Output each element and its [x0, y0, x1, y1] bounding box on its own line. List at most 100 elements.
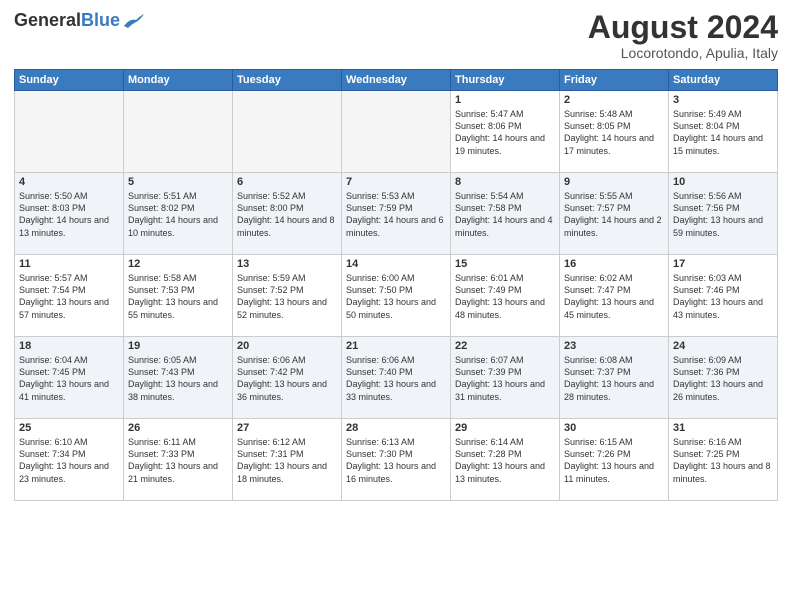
day-number: 15 — [455, 258, 555, 270]
calendar-cell: 27 Sunrise: 6:12 AMSunset: 7:31 PMDayligh… — [233, 419, 342, 501]
day-number: 3 — [673, 94, 773, 106]
calendar-cell: 4Sunrise: 5:50 AMSunset: 8:03 PMDaylight… — [15, 173, 124, 255]
calendar-cell: 19Sunrise: 6:05 AMSunset: 7:43 PMDayligh… — [124, 337, 233, 419]
calendar-week-row: 18Sunrise: 6:04 AMSunset: 7:45 PMDayligh… — [15, 337, 778, 419]
calendar-cell: 10Sunrise: 5:56 AMSunset: 7:56 PMDayligh… — [669, 173, 778, 255]
day-header-wednesday: Wednesday — [342, 70, 451, 91]
day-number: 2 — [564, 94, 664, 106]
day-number: 20 — [237, 340, 337, 352]
logo-bird-icon — [122, 12, 144, 30]
calendar-cell — [342, 91, 451, 173]
calendar-week-row: 11 Sunrise: 5:57 AMSunset: 7:54 PMDayligh… — [15, 255, 778, 337]
day-number: 10 — [673, 176, 773, 188]
cell-info: Sunrise: 6:10 AMSunset: 7:34 PMDaylight:… — [19, 436, 119, 485]
cell-info: Sunrise: 5:51 AMSunset: 8:02 PMDaylight:… — [128, 190, 228, 239]
calendar-cell: 6 Sunrise: 5:52 AMSunset: 8:00 PMDaylight… — [233, 173, 342, 255]
page-header: GeneralBlue August 2024 Locorotondo, Apu… — [14, 10, 778, 61]
calendar-week-row: 1Sunrise: 5:47 AMSunset: 8:06 PMDaylight… — [15, 91, 778, 173]
cell-info: Sunrise: 6:16 AMSunset: 7:25 PMDaylight:… — [673, 436, 773, 485]
day-number: 4 — [19, 176, 119, 188]
calendar-cell: 14Sunrise: 6:00 AMSunset: 7:50 PMDayligh… — [342, 255, 451, 337]
cell-info: Sunrise: 5:52 AMSunset: 8:00 PMDaylight:… — [237, 190, 337, 239]
calendar-cell: 24 Sunrise: 6:09 AMSunset: 7:36 PMDayligh… — [669, 337, 778, 419]
day-header-sunday: Sunday — [15, 70, 124, 91]
cell-info: Sunrise: 6:12 AMSunset: 7:31 PMDaylight:… — [237, 436, 337, 485]
calendar-cell: 13 Sunrise: 5:59 AMSunset: 7:52 PMDayligh… — [233, 255, 342, 337]
day-number: 13 — [237, 258, 337, 270]
day-number: 31 — [673, 422, 773, 434]
calendar-week-row: 25 Sunrise: 6:10 AMSunset: 7:34 PMDayligh… — [15, 419, 778, 501]
cell-info: Sunrise: 5:55 AMSunset: 7:57 PMDaylight:… — [564, 190, 664, 239]
day-number: 26 — [128, 422, 228, 434]
cell-info: Sunrise: 5:57 AMSunset: 7:54 PMDaylight:… — [19, 272, 119, 321]
day-number: 14 — [346, 258, 446, 270]
cell-info: Sunrise: 6:11 AMSunset: 7:33 PMDaylight:… — [128, 436, 228, 485]
day-header-thursday: Thursday — [451, 70, 560, 91]
calendar-cell: 1Sunrise: 5:47 AMSunset: 8:06 PMDaylight… — [451, 91, 560, 173]
cell-info: Sunrise: 5:59 AMSunset: 7:52 PMDaylight:… — [237, 272, 337, 321]
day-number: 27 — [237, 422, 337, 434]
calendar-cell: 5 Sunrise: 5:51 AMSunset: 8:02 PMDaylight… — [124, 173, 233, 255]
day-number: 16 — [564, 258, 664, 270]
calendar-cell: 23Sunrise: 6:08 AMSunset: 7:37 PMDayligh… — [560, 337, 669, 419]
calendar-cell: 17Sunrise: 6:03 AMSunset: 7:46 PMDayligh… — [669, 255, 778, 337]
day-number: 7 — [346, 176, 446, 188]
calendar-cell — [233, 91, 342, 173]
cell-info: Sunrise: 6:04 AMSunset: 7:45 PMDaylight:… — [19, 354, 119, 403]
calendar-cell: 20Sunrise: 6:06 AMSunset: 7:42 PMDayligh… — [233, 337, 342, 419]
day-number: 21 — [346, 340, 446, 352]
day-number: 6 — [237, 176, 337, 188]
calendar-cell: 26 Sunrise: 6:11 AMSunset: 7:33 PMDayligh… — [124, 419, 233, 501]
calendar-cell: 16 Sunrise: 6:02 AMSunset: 7:47 PMDayligh… — [560, 255, 669, 337]
title-block: August 2024 Locorotondo, Apulia, Italy — [588, 10, 778, 61]
cell-info: Sunrise: 6:09 AMSunset: 7:36 PMDaylight:… — [673, 354, 773, 403]
calendar-cell: 9 Sunrise: 5:55 AMSunset: 7:57 PMDaylight… — [560, 173, 669, 255]
cell-info: Sunrise: 6:14 AMSunset: 7:28 PMDaylight:… — [455, 436, 555, 485]
cell-info: Sunrise: 6:06 AMSunset: 7:40 PMDaylight:… — [346, 354, 446, 403]
day-number: 19 — [128, 340, 228, 352]
calendar-cell — [15, 91, 124, 173]
day-header-monday: Monday — [124, 70, 233, 91]
calendar-cell: 22 Sunrise: 6:07 AMSunset: 7:39 PMDayligh… — [451, 337, 560, 419]
cell-info: Sunrise: 6:03 AMSunset: 7:46 PMDaylight:… — [673, 272, 773, 321]
cell-info: Sunrise: 6:01 AMSunset: 7:49 PMDaylight:… — [455, 272, 555, 321]
logo-text: GeneralBlue — [14, 10, 120, 31]
day-number: 29 — [455, 422, 555, 434]
calendar-cell: 31 Sunrise: 6:16 AMSunset: 7:25 PMDayligh… — [669, 419, 778, 501]
calendar-week-row: 4Sunrise: 5:50 AMSunset: 8:03 PMDaylight… — [15, 173, 778, 255]
main-container: GeneralBlue August 2024 Locorotondo, Apu… — [0, 0, 792, 509]
cell-info: Sunrise: 6:15 AMSunset: 7:26 PMDaylight:… — [564, 436, 664, 485]
day-number: 11 — [19, 258, 119, 270]
cell-info: Sunrise: 5:48 AMSunset: 8:05 PMDaylight:… — [564, 108, 664, 157]
calendar-cell: 8Sunrise: 5:54 AMSunset: 7:58 PMDaylight… — [451, 173, 560, 255]
cell-info: Sunrise: 6:13 AMSunset: 7:30 PMDaylight:… — [346, 436, 446, 485]
calendar-cell: 29 Sunrise: 6:14 AMSunset: 7:28 PMDayligh… — [451, 419, 560, 501]
day-number: 9 — [564, 176, 664, 188]
calendar-cell: 15 Sunrise: 6:01 AMSunset: 7:49 PMDayligh… — [451, 255, 560, 337]
calendar-cell — [124, 91, 233, 173]
day-number: 5 — [128, 176, 228, 188]
calendar-cell: 25 Sunrise: 6:10 AMSunset: 7:34 PMDayligh… — [15, 419, 124, 501]
cell-info: Sunrise: 5:54 AMSunset: 7:58 PMDaylight:… — [455, 190, 555, 239]
cell-info: Sunrise: 5:49 AMSunset: 8:04 PMDaylight:… — [673, 108, 773, 157]
day-number: 23 — [564, 340, 664, 352]
calendar-header-row: SundayMondayTuesdayWednesdayThursdayFrid… — [15, 70, 778, 91]
day-number: 12 — [128, 258, 228, 270]
page-title: August 2024 — [588, 10, 778, 45]
day-number: 24 — [673, 340, 773, 352]
day-header-tuesday: Tuesday — [233, 70, 342, 91]
day-header-friday: Friday — [560, 70, 669, 91]
cell-info: Sunrise: 5:58 AMSunset: 7:53 PMDaylight:… — [128, 272, 228, 321]
calendar-cell: 30 Sunrise: 6:15 AMSunset: 7:26 PMDayligh… — [560, 419, 669, 501]
location-subtitle: Locorotondo, Apulia, Italy — [588, 45, 778, 61]
logo: GeneralBlue — [14, 10, 144, 31]
day-number: 30 — [564, 422, 664, 434]
day-number: 22 — [455, 340, 555, 352]
calendar-cell: 18Sunrise: 6:04 AMSunset: 7:45 PMDayligh… — [15, 337, 124, 419]
day-number: 25 — [19, 422, 119, 434]
calendar-table: SundayMondayTuesdayWednesdayThursdayFrid… — [14, 69, 778, 501]
cell-info: Sunrise: 6:07 AMSunset: 7:39 PMDaylight:… — [455, 354, 555, 403]
calendar-cell: 3 Sunrise: 5:49 AMSunset: 8:04 PMDaylight… — [669, 91, 778, 173]
day-number: 28 — [346, 422, 446, 434]
cell-info: Sunrise: 6:02 AMSunset: 7:47 PMDaylight:… — [564, 272, 664, 321]
